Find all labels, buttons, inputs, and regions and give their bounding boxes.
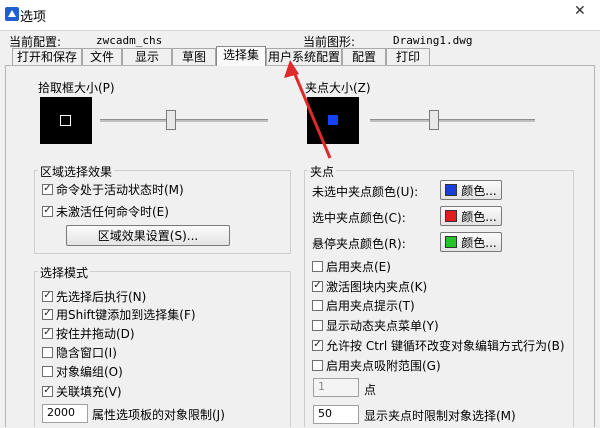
grip-size-slider-thumb[interactable] (428, 110, 439, 130)
checkbox-box[interactable]: ✓ (42, 327, 53, 339)
checkbox-box[interactable] (312, 260, 323, 272)
pickbox-slider-thumb[interactable] (166, 110, 177, 130)
button-label: 颜色... (461, 183, 497, 198)
pickbox-size-label: 拾取框大小(P) (38, 81, 115, 95)
tab-plot[interactable]: 打印 (386, 48, 430, 65)
checkbox-label: 启用夹点提示(T) (326, 298, 415, 313)
grip-object-limit-input[interactable]: 50 (313, 405, 359, 424)
checkbox-ctrl-cycle[interactable]: ✓ 允许按 Ctrl 键循环改变对象编辑方式行为(B) (312, 337, 565, 353)
checkbox-grip-snap-range[interactable]: 启用夹点吸附范围(G) (312, 357, 441, 373)
checkbox-dynamic-grip-menu[interactable]: 显示动态夹点菜单(Y) (312, 317, 439, 333)
checkbox-label: 启用夹点(E) (326, 259, 391, 274)
grip-size-preview (307, 97, 359, 144)
checkbox-label: 启用夹点吸附范围(G) (326, 358, 441, 373)
checkbox-no-command[interactable]: ✓ 未激活任何命令时(E) (42, 203, 169, 219)
unselected-grip-color-button[interactable]: 颜色... (440, 180, 502, 200)
pickbox-square (60, 115, 71, 126)
checkbox-box[interactable]: ✓ (312, 339, 323, 351)
checkbox-implied-window[interactable]: 隐含窗口(I) (42, 344, 117, 360)
hover-grip-color-button[interactable]: 颜色... (440, 232, 502, 252)
checkbox-shift-add[interactable]: ✓ 用Shift键添加到选择集(F) (42, 306, 196, 322)
grips-title: 夹点 (308, 163, 337, 180)
checkbox-box[interactable] (312, 359, 323, 371)
checkbox-label: 关联填充(V) (56, 384, 122, 399)
checkbox-box[interactable] (42, 346, 53, 358)
grip-size-label: 夹点大小(Z) (305, 81, 371, 95)
tab-open-save[interactable]: 打开和保存 (12, 48, 82, 65)
color-swatch (445, 184, 458, 196)
checkbox-label: 显示动态夹点菜单(Y) (326, 318, 439, 333)
window-title: 选项 (20, 10, 47, 25)
checkbox-command-active[interactable]: ✓ 命令处于活动状态时(M) (42, 181, 184, 197)
snap-range-spinner[interactable]: 1 (313, 378, 359, 397)
unselected-grip-color-label: 未选中夹点颜色(U): (312, 185, 419, 199)
properties-limit-label: 属性选项板的对象限制(J) (92, 408, 225, 422)
grip-square (328, 115, 338, 125)
checkbox-noun-verb[interactable]: ✓ 先选择后执行(N) (42, 288, 146, 304)
spinner-value: 1 (318, 380, 325, 393)
color-swatch (445, 236, 458, 248)
checkbox-label: 允许按 Ctrl 键循环改变对象编辑方式行为(B) (326, 338, 565, 353)
checkbox-grips-in-blocks[interactable]: ✓ 激活图块内夹点(K) (312, 278, 427, 294)
tab-files[interactable]: 文件 (82, 48, 122, 65)
checkbox-label: 隐含窗口(I) (56, 345, 117, 360)
checkbox-enable-grips[interactable]: 启用夹点(E) (312, 258, 391, 274)
checkbox-label: 用Shift键添加到选择集(F) (56, 307, 196, 322)
checkbox-box[interactable] (312, 319, 323, 331)
app-icon (5, 7, 19, 21)
checkbox-box[interactable]: ✓ (42, 290, 53, 302)
button-label: 颜色... (461, 209, 497, 224)
checkbox-label: 对象编组(O) (56, 364, 123, 379)
hover-grip-color-label: 悬停夹点颜色(R): (312, 237, 406, 251)
selected-grip-color-label: 选中夹点颜色(C): (312, 211, 406, 225)
checkbox-associative-hatch[interactable]: ✓ 关联填充(V) (42, 383, 122, 399)
pickbox-preview (40, 97, 92, 144)
grip-object-limit-label: 显示夹点时限制对象选择(M) (364, 409, 516, 423)
checkbox-box[interactable] (312, 299, 323, 311)
title-bar: 选项 ✕ (0, 0, 600, 30)
checkbox-box[interactable]: ✓ (42, 205, 53, 217)
tab-profiles[interactable]: 配置 (342, 48, 386, 65)
checkbox-press-drag[interactable]: ✓ 按住并拖动(D) (42, 325, 135, 341)
button-label: 颜色... (461, 235, 497, 250)
checkbox-object-grouping[interactable]: 对象编组(O) (42, 363, 123, 379)
checkbox-box[interactable]: ✓ (42, 308, 53, 320)
checkbox-label: 先选择后执行(N) (56, 289, 147, 304)
color-swatch (445, 210, 458, 222)
close-icon: ✕ (574, 3, 586, 19)
close-button[interactable]: ✕ (560, 0, 600, 24)
checkbox-label: 命令处于活动状态时(M) (56, 182, 184, 197)
tab-drafting[interactable]: 草图 (172, 48, 216, 65)
checkbox-box[interactable]: ✓ (312, 280, 323, 292)
snap-range-unit: 点 (364, 383, 377, 397)
checkbox-box[interactable]: ✓ (42, 385, 53, 397)
tab-display[interactable]: 显示 (122, 48, 172, 65)
area-effect-settings-button[interactable]: 区域效果设置(S)... (66, 225, 230, 246)
grip-size-slider-track[interactable] (370, 119, 535, 122)
checkbox-label: 按住并拖动(D) (56, 326, 135, 341)
selected-grip-color-button[interactable]: 颜色... (440, 206, 502, 226)
checkbox-label: 未激活任何命令时(E) (56, 204, 169, 219)
checkbox-grip-tips[interactable]: 启用夹点提示(T) (312, 297, 415, 313)
checkbox-box[interactable]: ✓ (42, 183, 53, 195)
properties-limit-input[interactable]: 2000 (42, 404, 88, 423)
tab-strip: 打开和保存 文件 显示 草图 选择集 用户系统配置 配置 打印 (6, 46, 600, 66)
pickbox-slider-track[interactable] (100, 119, 268, 122)
tab-selection[interactable]: 选择集 (216, 46, 266, 66)
tab-user-preferences[interactable]: 用户系统配置 (266, 48, 342, 65)
checkbox-box[interactable] (42, 365, 53, 377)
area-selection-title: 区域选择效果 (38, 163, 115, 180)
selection-modes-title: 选择模式 (38, 264, 91, 281)
checkbox-label: 激活图块内夹点(K) (326, 279, 428, 294)
